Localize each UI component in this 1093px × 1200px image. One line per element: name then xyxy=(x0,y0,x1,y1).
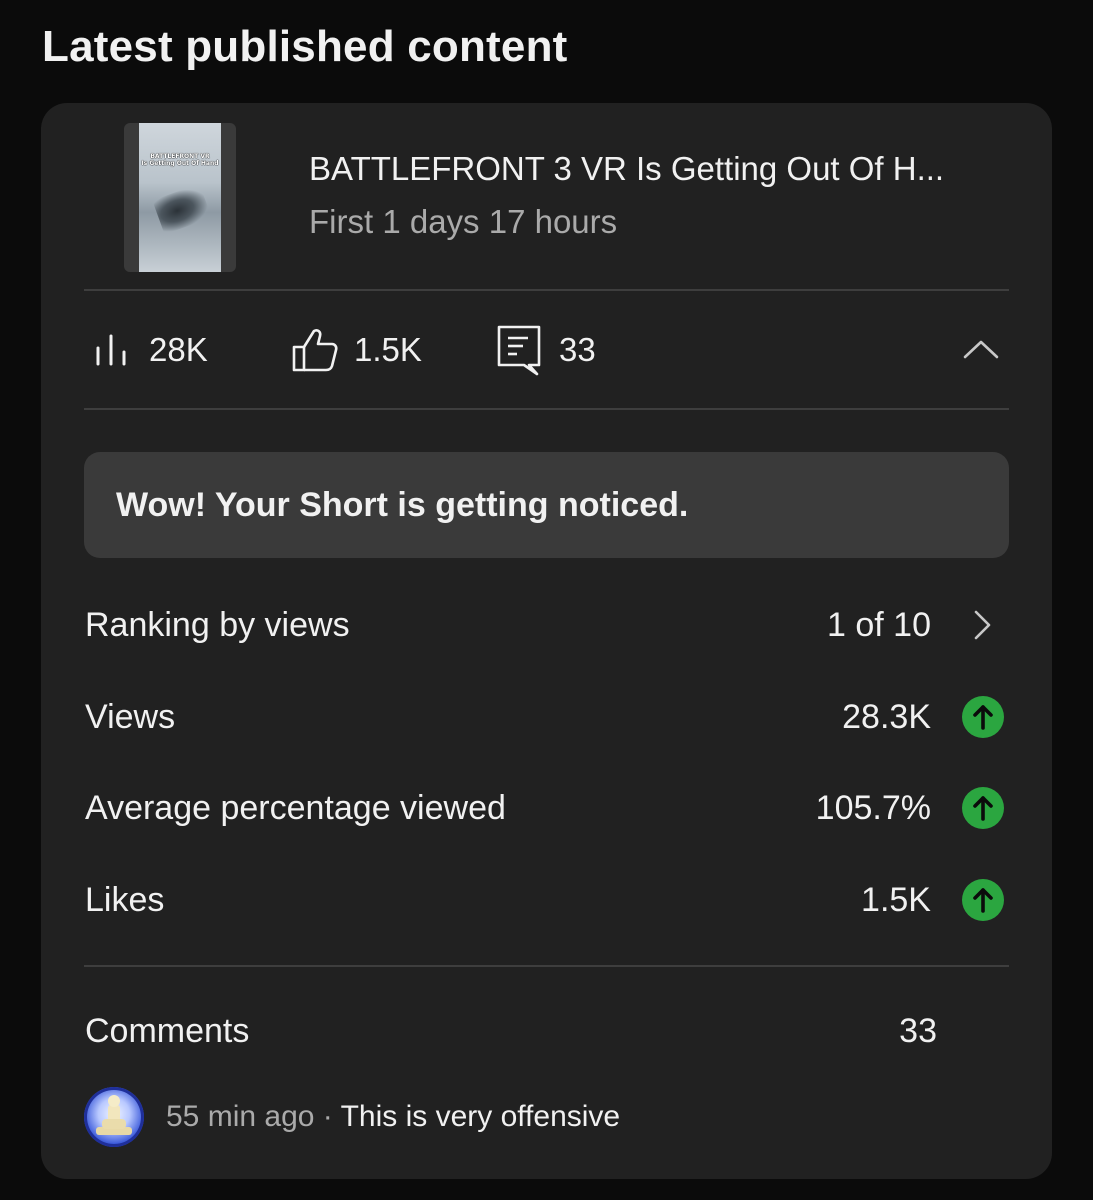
video-subtitle: First 1 days 17 hours xyxy=(309,203,618,240)
arrow-up-circle-icon xyxy=(961,695,1005,739)
bar-chart-icon xyxy=(91,330,131,370)
thumbnail-image: BATTLEFRONT VR Is Getting Out Of Hand xyxy=(139,123,221,272)
stats-row: 28K 1.5K 33 xyxy=(41,291,1052,409)
metric-label: Ranking by views xyxy=(85,606,350,644)
comments-count: 33 xyxy=(899,1012,937,1050)
video-summary[interactable]: BATTLEFRONT VR Is Getting Out Of Hand BA… xyxy=(41,103,1052,289)
metric-value: 28.3K xyxy=(842,698,931,736)
video-title[interactable]: BATTLEFRONT 3 VR Is Getting Out Of H... xyxy=(309,150,944,188)
arrow-up-circle-icon xyxy=(961,878,1005,922)
thumbnail-caption: BATTLEFRONT VR Is Getting Out Of Hand xyxy=(139,153,221,167)
thumbnail-figure xyxy=(152,183,212,235)
collapse-button[interactable] xyxy=(953,331,1009,371)
comments-stat: 33 xyxy=(496,291,596,409)
views-count: 28K xyxy=(149,331,208,368)
likes-row: Likes 1.5K xyxy=(84,868,1009,932)
metric-label: Views xyxy=(85,698,176,736)
comment-separator: · xyxy=(314,1100,341,1133)
likes-count: 1.5K xyxy=(354,331,422,368)
latest-comment[interactable]: 55 min ago · This is very offensive xyxy=(84,1085,1009,1149)
views-stat: 28K xyxy=(91,291,208,409)
metric-label: Likes xyxy=(85,881,165,919)
comment-icon xyxy=(496,324,542,376)
section-title: Latest published content xyxy=(42,22,568,71)
avatar-figure-icon xyxy=(96,1095,132,1135)
arrow-up-circle-icon xyxy=(961,786,1005,830)
comment-time: 55 min ago xyxy=(166,1100,315,1133)
ranking-row[interactable]: Ranking by views 1 of 10 xyxy=(84,593,1009,657)
avatar[interactable] xyxy=(84,1087,144,1147)
notice-banner: Wow! Your Short is getting noticed. xyxy=(84,452,1009,558)
notice-text: Wow! Your Short is getting noticed. xyxy=(116,486,689,524)
comments-label: Comments xyxy=(85,1012,250,1050)
thumbnail-caption-line2: Is Getting Out Of Hand xyxy=(141,160,219,167)
comments-count-stat: 33 xyxy=(559,331,596,368)
metric-value: 1 of 10 xyxy=(827,606,931,644)
divider xyxy=(84,408,1009,410)
chevron-up-icon xyxy=(961,337,1001,366)
latest-content-card: BATTLEFRONT VR Is Getting Out Of Hand BA… xyxy=(41,103,1052,1179)
comment-text: 55 min ago · This is very offensive xyxy=(166,1085,620,1149)
divider xyxy=(84,965,1009,967)
video-thumbnail[interactable]: BATTLEFRONT VR Is Getting Out Of Hand xyxy=(124,123,236,272)
metric-label: Average percentage viewed xyxy=(85,789,506,827)
thumbnail-caption-line1: BATTLEFRONT VR xyxy=(150,153,210,160)
avg-percentage-row: Average percentage viewed 105.7% xyxy=(84,776,1009,840)
comment-body: This is very offensive xyxy=(340,1100,621,1133)
thumbs-up-icon xyxy=(290,325,340,375)
comments-header[interactable]: Comments 33 xyxy=(84,999,1009,1063)
metric-value: 1.5K xyxy=(861,881,931,919)
likes-stat: 1.5K xyxy=(290,291,422,409)
metric-value: 105.7% xyxy=(815,789,931,827)
chevron-right-icon[interactable] xyxy=(961,603,1005,647)
views-row: Views 28.3K xyxy=(84,685,1009,749)
